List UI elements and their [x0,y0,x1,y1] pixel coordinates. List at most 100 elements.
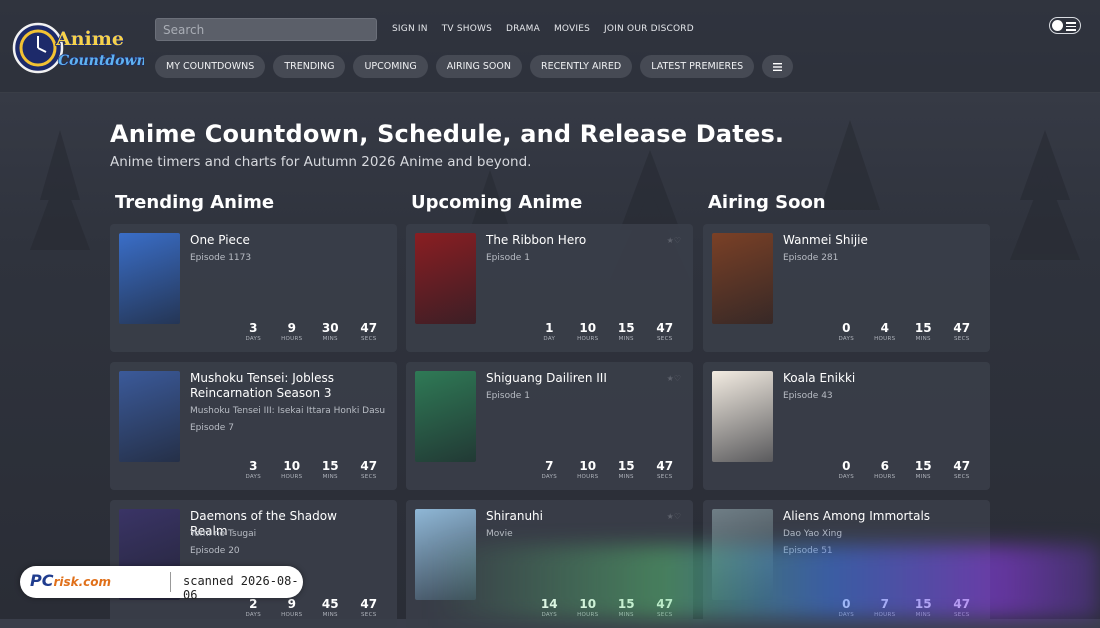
countdown-value: 10 [283,459,301,473]
countdown-label: MINS [915,336,931,342]
countdown-unit: 0DAYS [827,459,866,481]
anime-title[interactable]: One Piece [190,233,370,248]
countdown-unit: 10HOURS [569,459,608,481]
bookmark-icon[interactable]: ★♡ [667,236,681,245]
theme-toggle[interactable] [1049,17,1081,34]
countdown-label: HOURS [874,336,896,342]
anime-meta: Episode 281 [783,253,839,263]
countdown-value: 47 [656,459,674,473]
countdown-unit: 47SECS [943,459,982,481]
watermark-badge: PCrisk.com scanned 2026-08-06 [20,566,303,602]
countdown-label: DAYS [245,612,262,618]
anime-card[interactable]: Shiguang Dailiren III Episode 1 ★♡ 7 DAYS 10 H… [406,362,693,490]
anime-card[interactable]: The Ribbon Hero Episode 1 ★♡ 1 DAY 10 HOURS 15 M… [406,224,693,352]
anime-meta: Episode 1 [486,253,530,263]
anime-title[interactable]: Mushoku Tensei: Jobless Reincarnation Se… [190,371,370,401]
countdown-label: SECS [954,474,970,480]
countdown-unit: 10HOURS [273,459,312,481]
nav-latest-premieres[interactable]: LATEST PREMIERES [640,55,755,78]
countdown-unit: 47SECS [646,321,685,343]
countdown-value: 15 [617,321,635,335]
watermark-divider [170,572,171,592]
countdown-value: 47 [953,321,971,335]
countdown-label: HOURS [281,474,303,480]
countdown-value: 3 [249,321,258,335]
anime-card[interactable]: Daemons of the Shadow Realm Yomi no Tsuga… [110,500,397,628]
countdown-unit: 4 HOURS [866,321,905,343]
discord-link[interactable]: JOIN OUR DISCORD [604,24,694,34]
anime-meta: Movie [486,529,513,539]
anime-card[interactable]: Wanmei Shijie Episode 281 0 DAYS 4 HOURS 15 MIN… [703,224,990,352]
countdown-value: 30 [321,321,339,335]
anime-poster[interactable] [119,371,180,462]
nav-recently-aired[interactable]: RECENTLY AIRED [530,55,633,78]
site-logo[interactable]: Anime Countdown [12,20,144,76]
countdown-value: 7 [545,459,554,473]
anime-poster[interactable] [712,371,773,462]
svg-text:Countdown: Countdown [58,53,144,69]
countdown-label: MINS [618,474,634,480]
bookmark-icon[interactable]: ★♡ [667,512,681,521]
menu-button[interactable] [762,55,794,78]
search-input[interactable] [155,18,377,41]
trending-heading: Trending Anime [115,192,275,213]
countdown-unit: 47SECS [350,459,389,481]
anime-poster[interactable] [415,371,476,462]
anime-card[interactable]: One Piece Episode 1173 3 DAYS 9 HOURS 30 MINS 47… [110,224,397,352]
page-title: Anime Countdown, Schedule, and Release D… [110,120,785,148]
anime-title[interactable]: The Ribbon Hero [486,233,666,248]
anime-poster[interactable] [712,233,773,324]
countdown-label: MINS [322,336,338,342]
nav-airing-soon[interactable]: AIRING SOON [435,55,522,78]
countdown-label: MINS [618,336,634,342]
anime-meta: Yomi no Tsugai [190,529,257,539]
countdown-timer: 3 DAYS 9 HOURS 30 MINS 47 SECS [234,321,388,343]
countdown-value: 15 [321,459,339,473]
countdown-label: HOURS [281,612,303,618]
anime-meta: Episode 7 [190,423,234,433]
countdown-unit: 47SECS [350,597,389,619]
countdown-value: 10 [579,321,597,335]
nav-upcoming[interactable]: UPCOMING [353,55,428,78]
anime-meta: Episode 43 [783,391,833,401]
countdown-label: SECS [361,474,377,480]
airing-soon-heading: Airing Soon [708,192,826,213]
countdown-value: 0 [842,459,851,473]
anime-poster[interactable] [119,233,180,324]
countdown-unit: 15MINS [607,321,646,343]
countdown-value: 47 [360,597,378,611]
nav-my-countdowns[interactable]: MY COUNTDOWNS [155,55,266,78]
anime-meta: Episode 20 [190,546,240,556]
tv-shows-link[interactable]: TV SHOWS [442,24,492,34]
drama-link[interactable]: DRAMA [506,24,540,34]
countdown-label: DAYS [838,474,855,480]
anime-title[interactable]: Aliens Among Immortals [783,509,963,524]
anime-title[interactable]: Koala Enikki [783,371,963,386]
countdown-label: HOURS [577,336,599,342]
decorative-glow [430,545,1100,619]
anime-title[interactable]: Shiguang Dailiren III [486,371,666,386]
anime-meta: Episode 1 [486,391,530,401]
bookmark-icon[interactable]: ★♡ [667,374,681,383]
hamburger-icon [773,62,783,71]
svg-text:Anime: Anime [55,28,124,50]
countdown-unit: 47SECS [646,459,685,481]
nav-trending[interactable]: TRENDING [273,55,346,78]
anime-card[interactable]: Mushoku Tensei: Jobless Reincarnation Se… [110,362,397,490]
countdown-label: SECS [657,336,673,342]
top-links: SIGN IN TV SHOWS DRAMA MOVIES JOIN OUR D… [392,24,694,34]
anime-poster[interactable] [415,233,476,324]
toggle-knob [1052,20,1063,31]
countdown-value: 9 [287,321,296,335]
countdown-unit: 47SECS [943,321,982,343]
movies-link[interactable]: MOVIES [554,24,590,34]
countdown-label: MINS [322,474,338,480]
anime-title[interactable]: Shiranuhi [486,509,666,524]
countdown-timer: 0 DAYS 4 HOURS 15 MINS 47 SECS [827,321,981,343]
sign-in-link[interactable]: SIGN IN [392,24,428,34]
anime-card[interactable]: Koala Enikki Episode 43 0 DAYS 6 HOURS 15 MINS 4… [703,362,990,490]
anime-title[interactable]: Wanmei Shijie [783,233,963,248]
watermark-scan-text: scanned 2026-08-06 [183,574,299,602]
countdown-label: SECS [361,336,377,342]
countdown-value: 1 [545,321,554,335]
